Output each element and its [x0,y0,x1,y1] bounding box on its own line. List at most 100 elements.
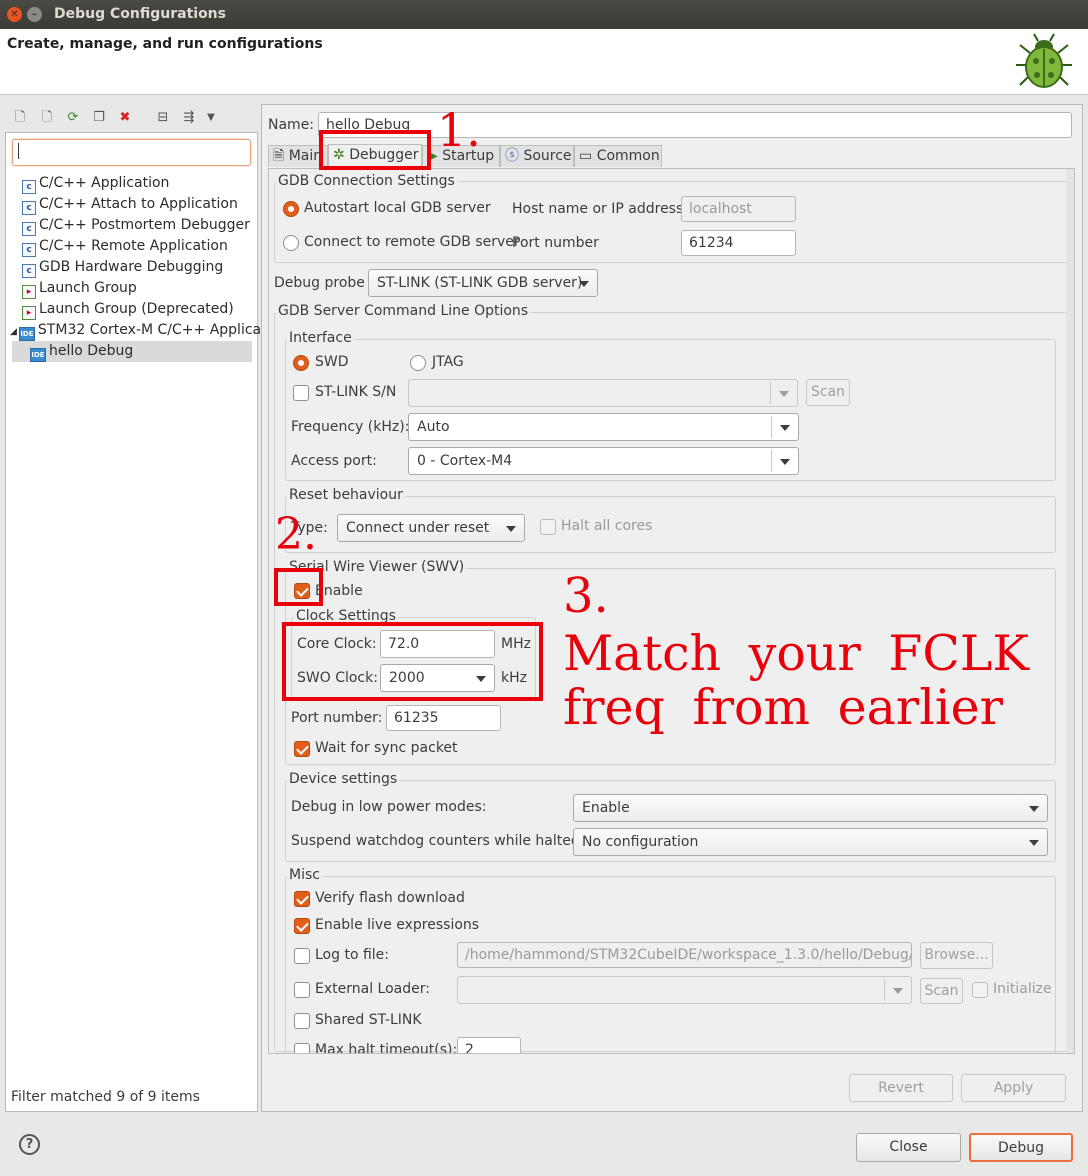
c-icon: c [22,201,36,215]
chevron-down-icon [779,391,789,397]
halt-all-cores-label: Halt all cores [561,518,653,534]
host-input[interactable]: localhost [681,196,796,222]
chevron-down-icon [506,526,516,532]
revert-button[interactable]: Revert [849,1074,953,1102]
loader-scan-button[interactable]: Scan [920,978,963,1004]
apply-button[interactable]: Apply [961,1074,1066,1102]
reset-title: Reset behaviour [287,487,405,503]
frequency-label: Frequency (kHz): [291,419,410,435]
initialize-checkbox[interactable] [972,982,988,998]
tree-item-launch-group-deprecated[interactable]: ▸ Launch Group (Deprecated) [22,299,234,320]
tree-item-c-remote[interactable]: c C/C++ Remote Application [22,236,228,257]
verify-flash-label: Verify flash download [315,890,465,906]
tree-item-launch-group[interactable]: ▸ Launch Group [22,278,137,299]
host-label: Host name or IP address [512,201,684,217]
tree-item-gdb-hardware[interactable]: c GDB Hardware Debugging [22,257,223,278]
connect-remote-label: Connect to remote GDB server [304,234,520,250]
swv-port-input[interactable]: 61235 [386,705,501,731]
expand-triangle-icon[interactable]: ◢ [10,327,17,337]
low-power-select[interactable]: Enable [573,794,1048,822]
watchdog-select[interactable]: No configuration [573,828,1048,856]
external-loader-label: External Loader: [315,981,430,997]
name-label: Name: [268,117,315,133]
new-prototype-icon[interactable]: 🗋 [39,110,55,126]
name-input[interactable]: hello Debug [318,112,1072,138]
annotation-box-enable [274,568,323,606]
swd-radio[interactable] [293,355,309,371]
dialog-header: Create, manage, and run configurations [0,29,1088,95]
max-halt-input[interactable]: 2 [457,1037,521,1053]
tree-item-c-attach[interactable]: c C/C++ Attach to Application [22,194,238,215]
annotation-step-1: 1. [437,103,481,157]
log-to-file-checkbox[interactable] [294,948,310,964]
device-settings-title: Device settings [287,771,400,787]
access-port-label: Access port: [291,453,377,469]
access-port-select[interactable]: 0 - Cortex-M4 [408,447,799,475]
launch-icon: ▸ [22,306,36,320]
right-panel: Name: hello Debug 🗎 Main ✲ Debugger ▶ St… [261,104,1083,1112]
filter-status: Filter matched 9 of 9 items [11,1089,200,1105]
chevron-down-icon [893,988,903,994]
autostart-label: Autostart local GDB server [304,200,491,216]
jtag-radio[interactable] [410,355,426,371]
tree-item-c-application[interactable]: c C/C++ Application [22,173,169,194]
gdb-port-input[interactable]: 61234 [681,230,796,256]
duplicate-icon[interactable]: ❐ [91,110,107,126]
tree-item-hello-debug[interactable]: IDE hello Debug [12,341,252,362]
tree-item-c-postmortem[interactable]: c C/C++ Postmortem Debugger [22,215,250,236]
max-halt-label: Max halt timeout(s): [315,1042,458,1054]
browse-button[interactable]: Browse... [920,942,993,969]
filter-icon[interactable]: ⇶ [181,110,197,126]
filter-input[interactable] [12,139,251,166]
verify-flash-checkbox[interactable] [294,891,310,907]
collapse-all-icon[interactable]: ⊟ [155,110,171,126]
debug-probe-select[interactable]: ST-LINK (ST-LINK GDB server) [368,269,598,297]
help-icon[interactable]: ? [19,1134,40,1155]
autostart-radio[interactable] [283,201,299,217]
ide-icon: IDE [18,327,35,341]
shared-stlink-checkbox[interactable] [294,1013,310,1029]
new-config-icon[interactable]: 🗋 [12,110,28,126]
max-halt-checkbox[interactable] [294,1043,310,1053]
common-icon: ▭ [579,148,597,164]
tab-source[interactable]: ⓢ Source [500,145,574,167]
chevron-down-icon [780,459,790,465]
frequency-select[interactable]: Auto [408,413,799,441]
export-icon[interactable]: ⟳ [65,110,81,126]
connect-remote-radio[interactable] [283,235,299,251]
launch-icon: ▸ [22,285,36,299]
wait-sync-label: Wait for sync packet [315,740,458,756]
ide-icon: IDE [30,348,46,362]
annotation-note-line2: freq from earlier [563,679,1003,736]
live-expressions-checkbox[interactable] [294,918,310,934]
stlink-sn-label: ST-LINK S/N [315,384,397,400]
view-menu-chevron-down-icon[interactable]: ▼ [203,110,219,126]
watchdog-label: Suspend watchdog counters while halted: [291,833,585,849]
tab-common[interactable]: ▭ Common [574,145,662,167]
c-icon: c [22,243,36,257]
stlink-sn-select[interactable] [408,379,798,407]
interface-title: Interface [287,330,354,346]
initialize-label: Initialize [993,981,1052,997]
close-window-icon[interactable]: ✕ [7,7,22,22]
chevron-down-icon [579,281,589,287]
minimize-window-icon[interactable]: – [27,7,42,22]
log-path-input[interactable]: /home/hammond/STM32CubeIDE/workspace_1.3… [457,942,912,968]
tree-item-stm32-cortex-m[interactable]: ◢ IDE STM32 Cortex-M C/C++ Applicat [10,320,267,341]
external-loader-select[interactable] [457,976,912,1004]
reset-type-select[interactable]: Connect under reset [337,514,525,542]
c-icon: c [22,222,36,236]
content-scrollbar[interactable] [1066,169,1074,1053]
interface-scan-button[interactable]: Scan [806,379,850,406]
config-tree: c C/C++ Application c C/C++ Attach to Appl… [6,173,267,363]
wait-sync-checkbox[interactable] [294,741,310,757]
log-to-file-label: Log to file: [315,947,389,963]
source-icon: ⓢ [505,148,524,164]
chevron-down-icon [780,425,790,431]
delete-icon[interactable]: ✖ [117,110,133,126]
stlink-sn-checkbox[interactable] [293,385,309,401]
debug-button[interactable]: Debug [969,1133,1073,1162]
halt-all-cores-checkbox[interactable] [540,519,556,535]
close-button[interactable]: Close [856,1133,961,1162]
external-loader-checkbox[interactable] [294,982,310,998]
